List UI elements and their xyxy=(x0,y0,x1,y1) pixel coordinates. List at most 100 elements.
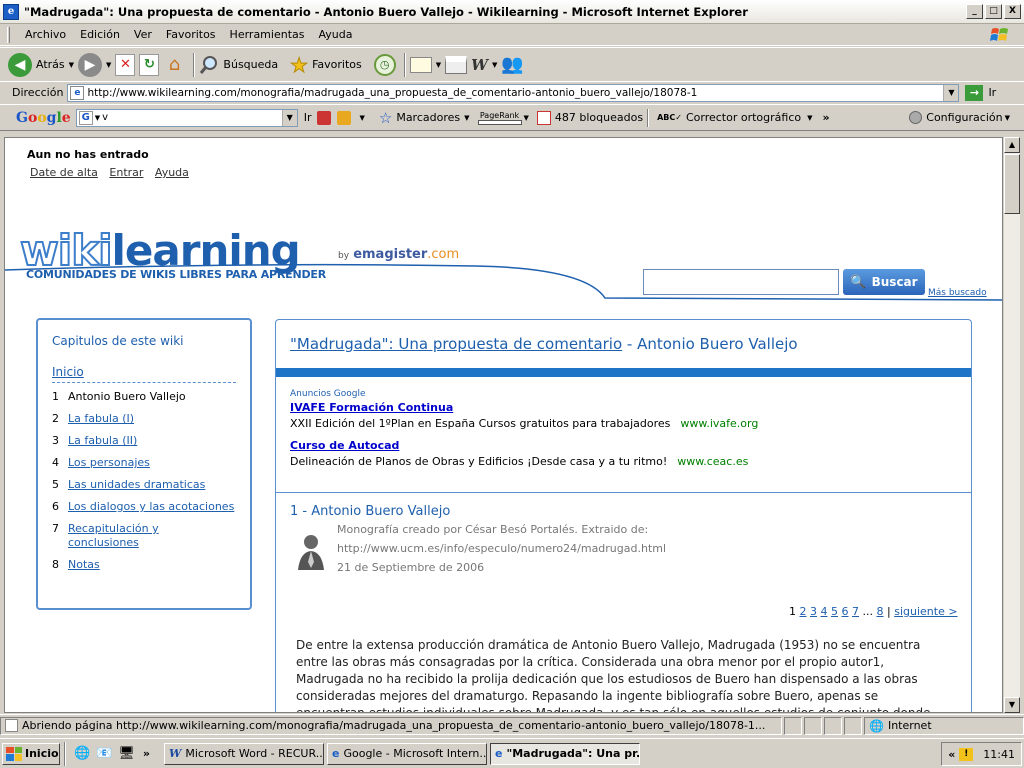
page-link[interactable]: 6 xyxy=(842,605,849,618)
page-viewport[interactable]: Aun no has entrado Date de alta Entrar A… xyxy=(4,137,1003,713)
page-link[interactable]: 4 xyxy=(821,605,828,618)
ad-title-link[interactable]: IVAFE Formación Continua xyxy=(290,401,758,414)
settings-button[interactable]: Configuración ▼ xyxy=(909,111,1010,124)
wikilearning-logo[interactable]: wikilearning COMUNIDADES DE WIKIS LIBRES… xyxy=(19,229,326,282)
mail-dropdown-icon[interactable]: ▼ xyxy=(436,61,441,69)
most-searched-link[interactable]: Más buscado xyxy=(928,288,987,298)
signup-link[interactable]: Date de alta xyxy=(30,166,98,179)
home-button[interactable]: ⌂ xyxy=(163,54,185,76)
edit-dropdown-icon[interactable]: ▼ xyxy=(492,61,497,69)
page-link[interactable]: 2 xyxy=(800,605,807,618)
start-label: Inicio xyxy=(25,747,59,760)
menu-archivo[interactable]: Archivo xyxy=(18,28,73,41)
back-button[interactable]: ◀ Atrás ▼ xyxy=(8,52,74,77)
chapter-link[interactable]: Notas xyxy=(68,558,100,572)
chapter-link[interactable]: Las unidades dramaticas xyxy=(68,478,205,492)
messenger-button[interactable]: 👥 xyxy=(501,54,523,75)
site-search-input[interactable] xyxy=(643,269,839,295)
forward-dropdown-icon[interactable]: ▼ xyxy=(106,61,111,69)
google-mode-dropdown-icon[interactable]: ▼ xyxy=(95,114,100,122)
tray-expand-icon[interactable]: « xyxy=(948,748,955,761)
go-button[interactable]: → Ir xyxy=(965,84,996,101)
menu-favoritos[interactable]: Favoritos xyxy=(159,28,223,41)
start-button[interactable]: Inicio xyxy=(2,742,60,765)
stop-button[interactable]: ✕ xyxy=(115,53,136,76)
quicklaunch-chevron[interactable]: » xyxy=(143,747,150,760)
task-word[interactable]: W Microsoft Word - RECUR... xyxy=(164,742,324,765)
next-page-link[interactable]: siguiente > xyxy=(894,605,957,618)
more-dropdown-icon[interactable]: ▼ xyxy=(359,114,364,122)
address-dropdown-icon[interactable]: ▼ xyxy=(943,84,959,101)
page-link[interactable]: 3 xyxy=(810,605,817,618)
ad-url[interactable]: www.ivafe.org xyxy=(680,417,758,430)
help-link[interactable]: Ayuda xyxy=(155,166,189,179)
google-dropdown-icon[interactable]: ▼ xyxy=(281,109,297,126)
chapter-link[interactable]: Los dialogos y las acotaciones xyxy=(68,500,234,514)
menu-ver[interactable]: Ver xyxy=(127,28,159,41)
spellcheck-dropdown-icon[interactable]: ▼ xyxy=(807,114,812,122)
buscar-button[interactable]: 🔍 Buscar xyxy=(843,269,925,295)
pagerank-indicator[interactable]: PageRank xyxy=(477,111,522,125)
task-madrugada-ie[interactable]: e "Madrugada": Una pr... xyxy=(490,742,640,765)
spellcheck-button[interactable]: ABC✓ Corrector ortográfico ▼ xyxy=(657,111,812,124)
search-button[interactable]: Búsqueda xyxy=(199,55,278,75)
bookmarks-dropdown-icon[interactable]: ▼ xyxy=(464,114,469,122)
scroll-thumb[interactable] xyxy=(1004,154,1020,214)
google-go-button[interactable]: Ir xyxy=(304,111,312,124)
chapter-link[interactable]: Los personajes xyxy=(68,456,150,470)
minimize-button[interactable]: _ xyxy=(966,4,983,19)
google-search-input[interactable]: G ▼ v ▼ xyxy=(75,108,298,127)
chapter-link[interactable]: Recapitulación y conclusiones xyxy=(68,522,178,550)
back-dropdown-icon[interactable]: ▼ xyxy=(69,61,74,69)
page-link[interactable]: 7 xyxy=(852,605,859,618)
quicklaunch-ie-icon[interactable]: 🌐 xyxy=(74,746,90,761)
forward-button[interactable]: ▶ ▼ xyxy=(78,52,111,77)
menu-ayuda[interactable]: Ayuda xyxy=(311,28,359,41)
scroll-up-icon[interactable]: ▲ xyxy=(1004,137,1020,153)
address-input[interactable]: e http://www.wikilearning.com/monografia… xyxy=(67,83,960,102)
security-zone[interactable]: 🌐 Internet xyxy=(864,716,1024,735)
history-button[interactable]: ◷ xyxy=(373,53,396,76)
quicklaunch-outlook-icon[interactable]: 📧 xyxy=(96,746,112,761)
ad-url[interactable]: www.ceac.es xyxy=(677,455,748,468)
bookmarks-button[interactable]: ☆ Marcadores ▼ xyxy=(379,109,470,127)
favorites-button[interactable]: ★ Favoritos xyxy=(290,52,362,77)
ad-title-link[interactable]: Curso de Autocad xyxy=(290,439,758,452)
print-button[interactable] xyxy=(445,55,468,74)
toolbar-grip[interactable] xyxy=(7,26,10,43)
warning-icon[interactable]: ! xyxy=(959,747,974,761)
login-link[interactable]: Entrar xyxy=(109,166,143,179)
google-news-button[interactable] xyxy=(317,110,335,125)
page-link[interactable]: 5 xyxy=(831,605,838,618)
pagerank-dropdown-icon[interactable]: ▼ xyxy=(524,114,529,122)
scroll-down-icon[interactable]: ▼ xyxy=(1004,697,1020,713)
menu-edicion[interactable]: Edición xyxy=(73,28,127,41)
maximize-button[interactable]: □ xyxy=(985,4,1002,19)
mail-button[interactable]: ▼ xyxy=(409,56,441,73)
google-more-button[interactable]: ▼ xyxy=(337,110,365,125)
edit-word-button[interactable]: W ▼ xyxy=(471,56,497,74)
chapter-item: 2 La fabula (I) xyxy=(52,412,236,426)
chapter-link[interactable]: La fabula (II) xyxy=(68,434,137,448)
chapter-item: 6 Los dialogos y las acotaciones xyxy=(52,500,236,514)
more-chevron-icon[interactable]: » xyxy=(823,111,830,124)
vertical-scrollbar[interactable]: ▲ ▼ xyxy=(1003,137,1020,713)
menu-herramientas[interactable]: Herramientas xyxy=(223,28,312,41)
page-link-last[interactable]: 8 xyxy=(877,605,884,618)
close-button[interactable]: X xyxy=(1004,4,1021,19)
settings-dropdown-icon[interactable]: ▼ xyxy=(1005,114,1010,122)
refresh-button[interactable]: ↻ xyxy=(139,53,160,76)
article-title-link[interactable]: "Madrugada": Una propuesta de comentario xyxy=(290,335,622,353)
task-google-ie[interactable]: e Google - Microsoft Intern... xyxy=(327,742,487,765)
chapter-link[interactable]: La fabula (I) xyxy=(68,412,134,426)
windows-logo-icon xyxy=(990,28,1008,41)
meta-source: http://www.ucm.es/info/especulo/numero24… xyxy=(337,542,667,555)
window-title: "Madrugada": Una propuesta de comentario… xyxy=(24,4,748,19)
page-current: 1 xyxy=(789,605,796,618)
address-bar: Dirección e http://www.wikilearning.com/… xyxy=(0,81,1024,103)
emagister-logo[interactable]: by emagister.com xyxy=(338,247,459,262)
quicklaunch-desktop-icon[interactable]: 🖥 xyxy=(118,746,135,761)
sidebar-home-link[interactable]: Inicio xyxy=(52,365,236,383)
popup-blocker-button[interactable]: 487 bloqueados xyxy=(536,110,643,125)
ads-label[interactable]: Anuncios Google xyxy=(290,389,758,399)
